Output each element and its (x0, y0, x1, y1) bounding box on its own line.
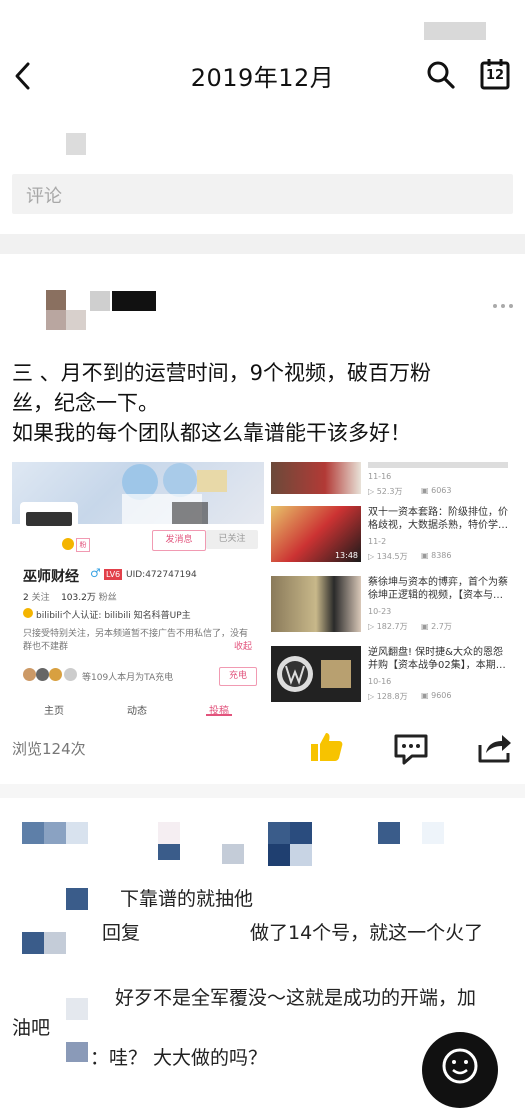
video-thumbnail (271, 646, 361, 702)
bio-text-2: 群也不建群 (23, 642, 69, 652)
emoji-fab-icon[interactable] (422, 1032, 498, 1108)
tab-underline (206, 714, 232, 716)
video-danmaku: ▣ 8386 (421, 551, 452, 560)
status-bar-blur (424, 22, 486, 40)
video-item[interactable]: 蔡徐坤与资本的博弈，首个为蔡徐坤正逻辑的视频，【资本与… 10-23 ▷ 182… (271, 576, 511, 638)
post-line: 丝，纪念一下。 (12, 391, 159, 415)
bio-text: 只接受特别关注，另本频道暂不接广告不用私信了，没有 (23, 629, 249, 639)
more-options-icon[interactable] (492, 294, 516, 308)
video-item[interactable]: 11-16 ▷ 52.3万 ▣ 6063 (271, 462, 511, 502)
collapse-link[interactable]: 收起 (234, 639, 252, 652)
video-danmaku: ▣ 2.7万 (421, 622, 452, 631)
comment-input[interactable]: 评论 (12, 174, 513, 214)
post-line: 如果我的每个团队都这么靠谱能干该多好！ (12, 421, 411, 445)
video-title: 双十一资本套路：阶级排位，价格歧视，大数据杀熟，特价学… (368, 507, 508, 531)
video-title: 蔡徐坤与资本的博弈，首个为蔡徐坤正逻辑的视频，【资本与… (368, 577, 508, 601)
charge-button[interactable]: 充电 (219, 667, 257, 686)
video-date: 10-16 (368, 677, 392, 686)
view-count: 浏览124次 (12, 740, 86, 758)
video-thumbnail (271, 576, 361, 632)
blurred-pixel (66, 133, 86, 155)
profile-avatar (20, 502, 78, 538)
video-thumbnail: 13:48 (271, 506, 361, 562)
video-item[interactable]: 逆风翻盘! 保时捷&大众的恩怨并购【资本战争02集】，本期… 10-16 ▷ 1… (271, 646, 511, 708)
fans-label: 粉丝 (98, 593, 117, 603)
follow-stats: 2 关注 103.2万 粉丝 (23, 590, 117, 603)
search-icon[interactable] (426, 60, 456, 90)
section-divider (0, 234, 525, 254)
gender-tag: 粉 (76, 538, 90, 552)
vip-badge-icon (62, 538, 74, 550)
calendar-day: 12 (485, 68, 505, 83)
certification-icon (23, 608, 33, 618)
male-icon: ♂ (90, 566, 101, 580)
video-plays: ▷ 52.3万 (368, 487, 403, 496)
video-plays: ▷ 134.5万 (368, 552, 408, 561)
certification-text: bilibili个人认证: bilibili 知名科普UP主 (36, 611, 191, 621)
level-badge: LV6 (104, 569, 123, 580)
video-danmaku: ▣ 6063 (421, 486, 452, 495)
comment-text: ：哇？ 大大做的吗？ (90, 1047, 268, 1069)
comment-icon[interactable] (392, 732, 430, 766)
send-message-button[interactable]: 发消息 (152, 530, 206, 551)
video-duration: 13:48 (334, 551, 358, 560)
comment-placeholder: 评论 (26, 186, 62, 207)
video-date: 11-16 (368, 472, 392, 481)
tab-dynamic[interactable]: 动态 (127, 702, 147, 717)
uid-text: UID:472747194 (126, 570, 197, 580)
comment-text: 下靠谱的就抽他 (120, 888, 254, 910)
video-danmaku: ▣ 9606 (421, 691, 452, 700)
share-icon[interactable] (476, 731, 514, 765)
post-image-profile[interactable]: 粉 发消息 已关注 巫师财经 ♂ LV6 UID:472747194 2 关注 … (12, 462, 264, 717)
calendar-icon[interactable]: 12 (480, 58, 510, 90)
video-item[interactable]: 13:48 双十一资本套路：阶级排位，价格歧视，大数据杀熟，特价学… 11-2 … (271, 506, 511, 568)
video-title-cutoff (368, 462, 508, 468)
section-divider (0, 784, 525, 798)
tab-home[interactable]: 主页 (44, 702, 64, 717)
comment-text: 回复 (102, 922, 141, 944)
comment-text: 好歹不是全军覆没～这就是成功的开端，加 (115, 987, 477, 1009)
video-date: 11-2 (368, 537, 387, 546)
like-icon[interactable] (308, 729, 344, 765)
follow-count: 2 (23, 593, 29, 603)
video-plays: ▷ 182.7万 (368, 622, 408, 631)
charge-text: 等109人本月为TA充电 (82, 673, 174, 683)
video-title: 逆风翻盘! 保时捷&大众的恩怨并购【资本战争02集】，本期… (368, 647, 506, 671)
comment-text: 做了14个号，就这一个火了 (250, 922, 484, 944)
follow-label: 关注 (31, 593, 50, 603)
video-thumbnail (271, 462, 361, 494)
channel-name: 巫师财经 (23, 569, 79, 585)
post-content: 三 、月不到的运营时间，9个视频，破百万粉 丝，纪念一下。 如果我的每个团队都这… (12, 358, 512, 448)
followed-button[interactable]: 已关注 (206, 530, 258, 549)
comment-text: 油吧 (12, 1017, 51, 1039)
video-plays: ▷ 128.8万 (368, 692, 408, 701)
post-line: 三 、月不到的运营时间，9个视频，破百万粉 (12, 361, 432, 385)
fans-count: 103.2万 (61, 593, 96, 603)
video-date: 10-23 (368, 607, 392, 616)
